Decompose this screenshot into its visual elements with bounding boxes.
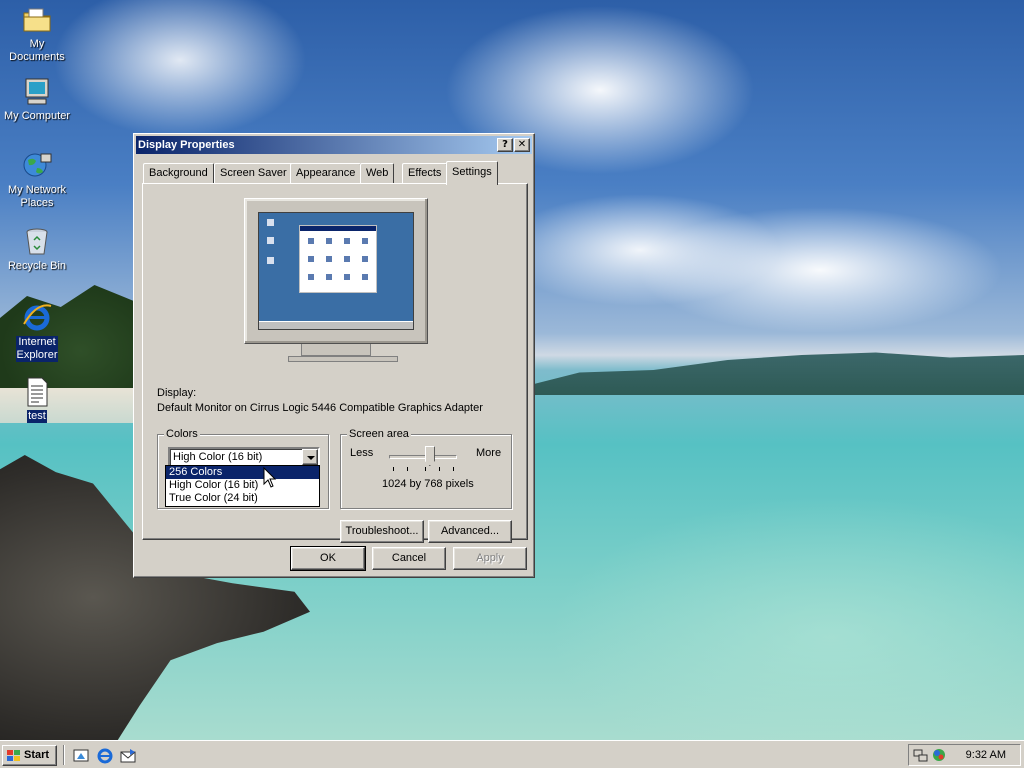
network-icon[interactable] — [913, 747, 929, 766]
clock[interactable]: 9:32 AM — [966, 749, 1006, 761]
desktop-icon-label: test — [27, 410, 47, 423]
colors-select[interactable]: High Color (16 bit) — [168, 447, 320, 467]
start-button[interactable]: Start — [2, 745, 57, 766]
tab-appearance[interactable]: Appearance — [290, 163, 362, 183]
desktop-icon-test[interactable]: test — [0, 376, 74, 423]
display-properties-window: Display Properties ? ✕ Background Screen… — [133, 133, 535, 578]
preview-desktop-icon — [267, 237, 274, 244]
internet-explorer-icon[interactable] — [96, 747, 114, 765]
window-title: Display Properties — [138, 139, 235, 151]
troubleshoot-button[interactable]: Troubleshoot... — [340, 520, 424, 543]
screen-area-slider-thumb[interactable] — [424, 446, 435, 466]
screen-resolution-text: 1024 by 768 pixels — [382, 478, 474, 490]
volume-icon[interactable] — [931, 747, 947, 766]
desktop-icon-label: Recycle Bin — [7, 260, 67, 272]
monitor-preview-screen — [258, 212, 414, 330]
help-button[interactable]: ? — [497, 138, 513, 152]
colors-option-24bit[interactable]: True Color (24 bit) — [166, 492, 319, 505]
tab-screen-saver[interactable]: Screen Saver — [214, 163, 293, 183]
monitor-preview — [244, 198, 428, 344]
taskbar: Start 9:32 AM — [0, 740, 1024, 768]
screen-area-group-title: Screen area — [347, 427, 411, 441]
preview-window — [299, 225, 377, 293]
desktop-icon-internet-explorer[interactable]: Internet Explorer — [0, 302, 74, 362]
colors-dropdown-list[interactable]: 256 Colors High Color (16 bit) True Colo… — [165, 465, 320, 507]
mouse-cursor-icon — [263, 466, 277, 492]
desktop-icon-label: Internet Explorer — [15, 336, 59, 362]
tab-background[interactable]: Background — [143, 163, 214, 183]
preview-desktop-icon — [267, 219, 274, 226]
screen-area-less-label: Less — [350, 447, 374, 459]
internet-explorer-icon — [21, 302, 53, 334]
system-tray: 9:32 AM — [908, 744, 1021, 766]
colors-option-16bit[interactable]: High Color (16 bit) — [166, 479, 319, 492]
network-globe-icon — [21, 150, 53, 182]
wallpaper-shallow-water — [540, 395, 1024, 740]
screen-area-more-label: More — [476, 447, 502, 459]
folder-icon — [21, 4, 53, 36]
desktop-icon-my-documents[interactable]: My Documents — [0, 4, 74, 64]
chevron-down-icon[interactable] — [302, 449, 318, 465]
monitor-stand — [301, 344, 371, 356]
ok-button[interactable]: OK — [290, 546, 366, 571]
tab-web[interactable]: Web — [360, 163, 395, 183]
apply-button[interactable]: Apply — [453, 547, 527, 570]
title-bar[interactable]: Display Properties ? ✕ — [136, 136, 532, 154]
close-icon: ✕ — [517, 139, 527, 150]
desktop-icon-my-computer[interactable]: My Computer — [0, 76, 74, 123]
taskbar-divider — [63, 745, 65, 765]
windows-logo-icon — [6, 749, 22, 768]
desktop-icon-my-network-places[interactable]: My Network Places — [0, 150, 74, 210]
display-label: Display: — [157, 387, 197, 399]
recycle-bin-icon — [21, 226, 53, 258]
desktop-icon-label: My Network Places — [7, 184, 67, 209]
monitor-stand-base — [288, 356, 398, 362]
wallpaper-mountains — [530, 352, 1024, 395]
advanced-button[interactable]: Advanced... — [428, 520, 512, 543]
tab-settings[interactable]: Settings — [446, 161, 498, 185]
screen-area-groupbox: Screen area Less More 1024 by 768 pixels — [340, 427, 512, 509]
show-desktop-icon[interactable] — [72, 747, 90, 765]
text-document-icon — [21, 376, 53, 408]
colors-option-256[interactable]: 256 Colors — [166, 466, 319, 479]
desktop-icon-recycle-bin[interactable]: Recycle Bin — [0, 226, 74, 273]
cancel-button[interactable]: Cancel — [372, 547, 446, 570]
colors-group-title: Colors — [164, 427, 200, 441]
display-adapter-text: Default Monitor on Cirrus Logic 5446 Com… — [157, 402, 483, 414]
start-label: Start — [24, 749, 50, 761]
preview-desktop-icon — [267, 257, 274, 264]
close-button[interactable]: ✕ — [514, 138, 530, 152]
colors-select-value: High Color (16 bit) — [173, 451, 263, 463]
desktop-icon-label: My Computer — [3, 110, 71, 122]
screen-area-slider-track[interactable] — [389, 455, 457, 459]
desktop-icon-label: My Documents — [9, 38, 65, 63]
tab-effects[interactable]: Effects — [402, 163, 448, 183]
computer-icon — [21, 76, 53, 108]
preview-taskbar — [259, 321, 413, 329]
outlook-express-icon[interactable] — [119, 747, 137, 765]
